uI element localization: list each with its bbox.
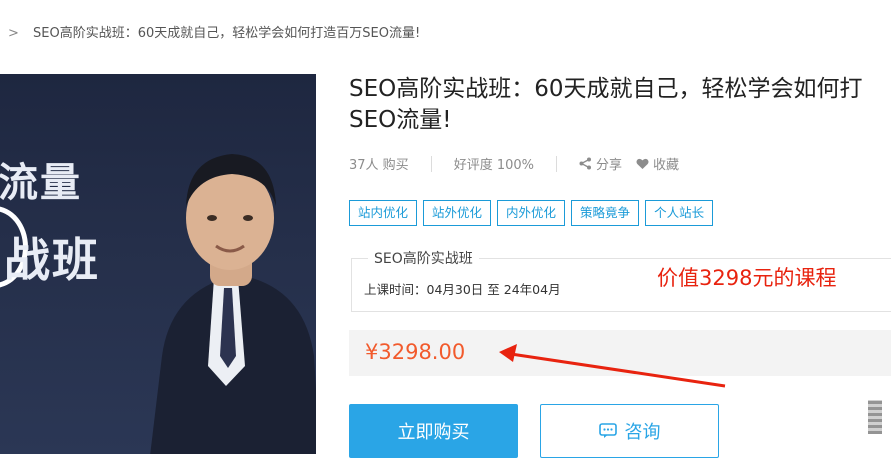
cover-title-line2: 战班 xyxy=(4,233,100,287)
buyer-count: 37人 购买 xyxy=(349,158,409,173)
breadcrumb-current[interactable]: SEO高阶实战班：60天成就自己，轻松学会如何打造百万SEO流量! xyxy=(33,26,420,41)
class-time: 上课时间：04月30日 至 24年04月 xyxy=(364,282,561,297)
tag-item[interactable]: 站外优化 xyxy=(423,200,492,226)
annotation-arrow-icon xyxy=(499,344,726,388)
breadcrumb-separator: > xyxy=(8,26,19,41)
instructor-photo xyxy=(150,154,316,454)
rating: 好评度 100% xyxy=(453,158,534,173)
course-meta: 37人 购买 好评度 100% 分享 收藏 xyxy=(349,154,679,173)
share-label: 分享 xyxy=(596,158,623,173)
heart-icon xyxy=(636,158,649,169)
tag-item[interactable]: 内外优化 xyxy=(497,200,566,226)
course-title: SEO高阶实战班：60天成就自己，轻松学会如何打 SEO流量! xyxy=(349,74,891,136)
favorite-button[interactable]: 收藏 xyxy=(636,154,679,173)
value-annotation: 价值3298元的课程 xyxy=(657,266,837,290)
tag-item[interactable]: 站内优化 xyxy=(349,200,418,226)
meta-divider xyxy=(430,155,432,172)
class-name: SEO高阶实战班 xyxy=(368,248,479,268)
tag-item[interactable]: 策略竟争 xyxy=(571,200,640,226)
meta-divider xyxy=(556,155,557,172)
chat-icon xyxy=(598,423,617,438)
favorite-label: 收藏 xyxy=(653,158,680,173)
breadcrumb: > SEO高阶实战班：60天成就自己，轻松学会如何打造百万SEO流量! xyxy=(8,22,420,41)
share-icon xyxy=(579,157,591,170)
course-title-line1: SEO高阶实战班：60天成就自己，轻松学会如何打 xyxy=(349,76,863,102)
consult-button[interactable]: 咨询 xyxy=(540,404,719,458)
buy-now-button[interactable]: 立即购买 xyxy=(349,404,518,458)
course-tags: 站内优化 站外优化 内外优化 策略竟争 个人站长 xyxy=(349,200,714,226)
price: ¥3298.00 xyxy=(365,340,466,364)
course-title-line2: SEO流量! xyxy=(349,107,452,133)
tag-item[interactable]: 个人站长 xyxy=(645,200,714,226)
share-button[interactable]: 分享 xyxy=(579,154,622,173)
blurred-image-fragment xyxy=(868,400,882,434)
buy-now-label: 立即购买 xyxy=(397,422,470,443)
consult-label: 咨询 xyxy=(624,422,661,443)
course-cover-image[interactable]: 流量 战班 xyxy=(0,74,316,454)
cover-title-line1: 流量 xyxy=(0,160,82,206)
